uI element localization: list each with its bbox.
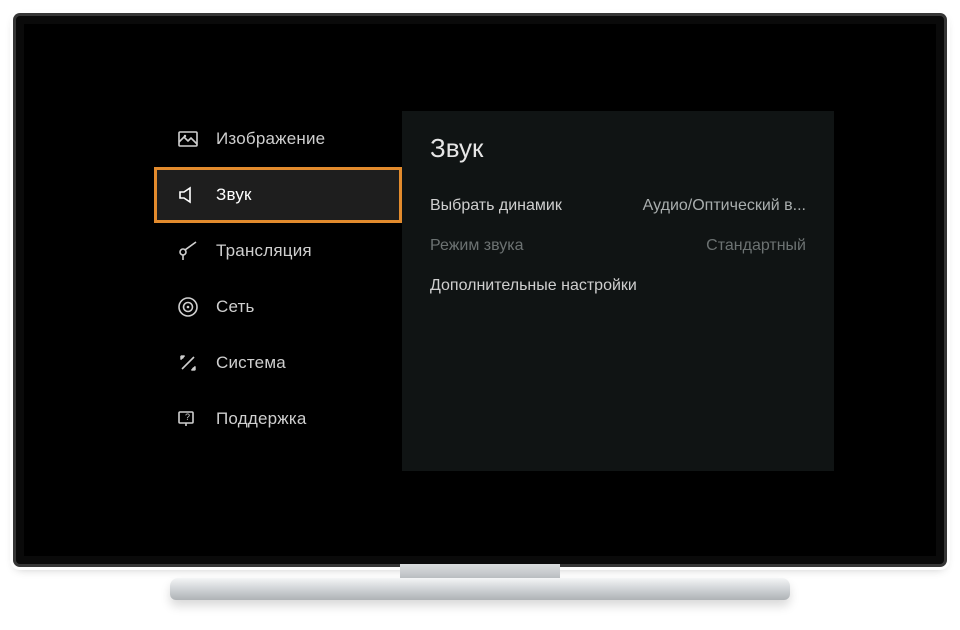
option-select-speaker[interactable]: Выбрать динамик Аудио/Оптический в... (430, 186, 806, 226)
option-label: Выбрать динамик (430, 197, 562, 215)
speaker-icon (176, 183, 200, 207)
option-value: Аудио/Оптический в... (643, 197, 806, 215)
settings-content: Звук Выбрать динамик Аудио/Оптический в.… (402, 111, 834, 471)
support-icon: ? (176, 407, 200, 431)
option-label: Режим звука (430, 237, 524, 255)
tv-bezel: Изображение Звук Трансляция (24, 24, 936, 556)
sidebar-item-label: Изображение (216, 129, 325, 149)
network-icon (176, 295, 200, 319)
sidebar-item-broadcast[interactable]: Трансляция (154, 223, 402, 279)
option-label: Дополнительные настройки (430, 277, 637, 295)
tv-screen: Изображение Звук Трансляция (24, 24, 936, 556)
sidebar-item-network[interactable]: Сеть (154, 279, 402, 335)
sidebar-item-label: Сеть (216, 297, 255, 317)
option-value: Стандартный (706, 237, 806, 255)
tv-frame: Изображение Звук Трансляция (16, 16, 944, 564)
sidebar-item-label: Звук (216, 185, 252, 205)
sidebar-item-picture[interactable]: Изображение (154, 111, 402, 167)
sidebar-item-label: Система (216, 353, 286, 373)
sidebar-item-support[interactable]: ? Поддержка (154, 391, 402, 447)
option-sound-mode: Режим звука Стандартный (430, 226, 806, 266)
system-icon (176, 351, 200, 375)
sidebar-item-system[interactable]: Система (154, 335, 402, 391)
sidebar-item-label: Поддержка (216, 409, 307, 429)
settings-panel: Изображение Звук Трансляция (154, 111, 834, 471)
sidebar-item-sound[interactable]: Звук (154, 167, 402, 223)
broadcast-icon (176, 239, 200, 263)
sidebar-item-label: Трансляция (216, 241, 312, 261)
tv-stand-base (170, 578, 790, 600)
picture-icon (176, 127, 200, 151)
svg-text:?: ? (185, 412, 190, 422)
settings-sidebar: Изображение Звук Трансляция (154, 111, 402, 471)
content-title: Звук (430, 133, 806, 164)
option-advanced-settings[interactable]: Дополнительные настройки (430, 266, 806, 306)
